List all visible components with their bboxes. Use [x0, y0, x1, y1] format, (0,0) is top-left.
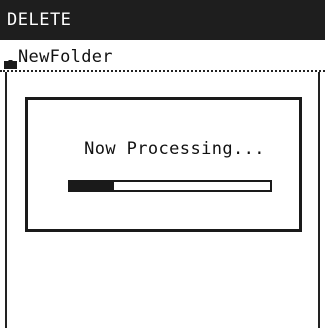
- device-screen: DELETE NewFolder Now Processing...: [0, 0, 325, 328]
- screen-title: DELETE: [7, 10, 72, 30]
- progress-bar-fill: [70, 182, 114, 190]
- folder-name: NewFolder: [18, 47, 113, 67]
- title-bar: DELETE: [0, 0, 325, 40]
- frame-right-border: [318, 72, 320, 328]
- frame-left-border: [5, 72, 7, 328]
- progress-bar: [68, 180, 272, 192]
- folder-icon: [4, 54, 17, 69]
- current-folder-row: NewFolder: [0, 40, 325, 72]
- processing-message: Now Processing...: [84, 139, 265, 159]
- processing-dialog: Now Processing...: [25, 97, 302, 232]
